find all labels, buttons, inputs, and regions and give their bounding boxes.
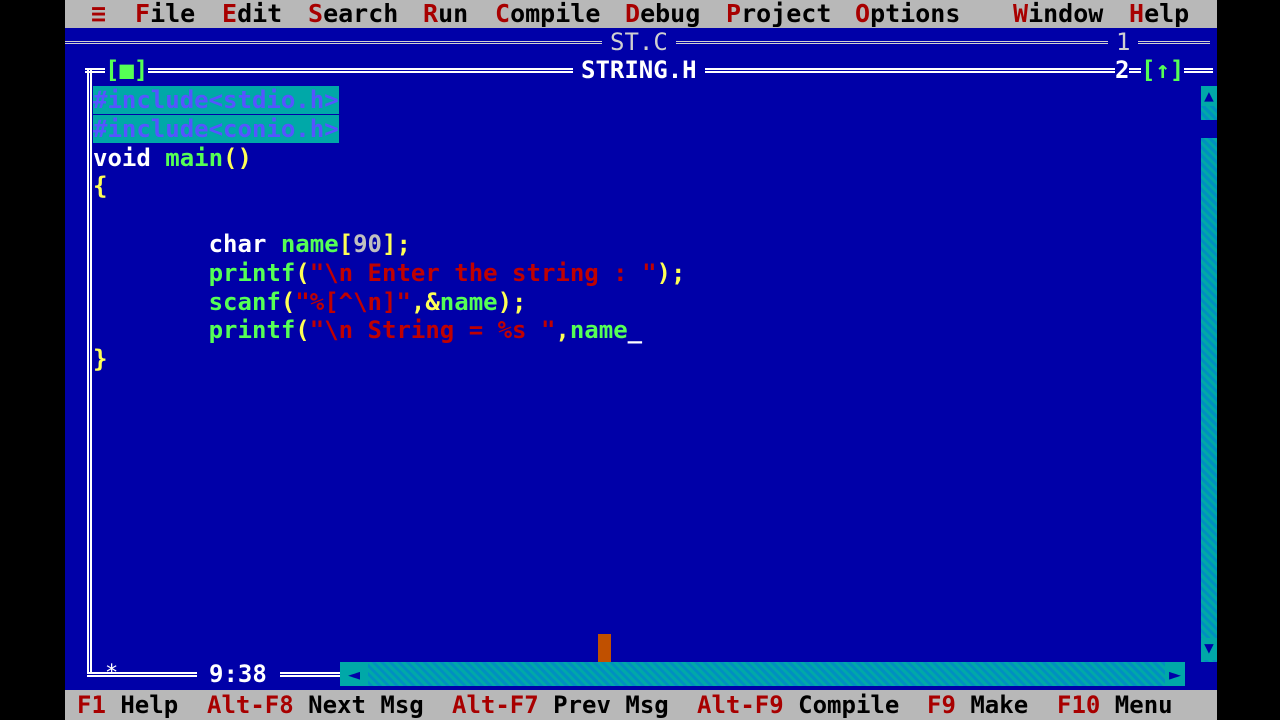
menu-options[interactable]: Options [855, 0, 960, 28]
menu-search[interactable]: Search [308, 0, 398, 28]
back-window-title: ST.C [602, 28, 676, 56]
text-cursor: _ [627, 316, 643, 345]
code-line: #include<conio.h> [93, 114, 339, 143]
menu-file[interactable]: File [135, 0, 195, 28]
back-window-number: 1 [1108, 28, 1139, 56]
code-editor[interactable]: #include<stdio.h> #include<conio.h> void… [93, 86, 1193, 374]
scroll-right-arrow-icon[interactable]: ► [1165, 662, 1185, 686]
code-line: } [93, 345, 108, 374]
menu-debug[interactable]: Debug [625, 0, 700, 28]
menu-project[interactable]: Project [726, 0, 831, 28]
code-line: printf("\n String = %s ",name_ [208, 316, 643, 345]
turbo-c-ide: ≡ File Edit Search Run Compile Debug Pro… [65, 0, 1217, 720]
mouse-cursor-block [598, 634, 611, 662]
close-box-button[interactable]: [■] [105, 56, 149, 84]
status-bar: F1 Help Alt-F8 Next Msg Alt-F7 Prev Msg … [65, 690, 1217, 720]
zoom-box-button[interactable]: [↑] [1141, 56, 1185, 84]
editor-title: STRING.H [573, 56, 705, 84]
horizontal-scrollbar[interactable]: ◄ ► [340, 662, 1185, 686]
scroll-left-arrow-icon[interactable]: ◄ [340, 662, 368, 686]
status-menu[interactable]: F10 Menu [1057, 690, 1173, 720]
menu-compile[interactable]: Compile [495, 0, 600, 28]
code-line: { [93, 172, 108, 201]
modified-indicator: * [105, 661, 119, 686]
menu-edit[interactable]: Edit [222, 0, 282, 28]
editor-bottom-border [87, 672, 197, 677]
status-prev-msg[interactable]: Alt-F7 Prev Msg [452, 690, 669, 720]
vertical-scroll-thumb[interactable] [1201, 120, 1217, 138]
code-line: #include<stdio.h> [93, 86, 339, 114]
scroll-down-arrow-icon[interactable]: ▼ [1201, 638, 1217, 660]
code-line: void main() [93, 143, 252, 172]
menu-window[interactable]: Window [1013, 0, 1103, 28]
menu-bar: ≡ File Edit Search Run Compile Debug Pro… [65, 0, 1217, 28]
back-window-title-bar[interactable]: ST.C 1 [65, 28, 1217, 56]
status-make[interactable]: F9 Make [927, 690, 1028, 720]
status-help[interactable]: F1 Help [77, 690, 178, 720]
editor-bottom-border-mid [280, 672, 340, 677]
editor-title-bar[interactable]: [■] STRING.H 2 [↑] [85, 56, 1215, 84]
code-line: printf("\n Enter the string : "); [208, 258, 686, 287]
status-next-msg[interactable]: Alt-F8 Next Msg [207, 690, 424, 720]
code-line: scanf("%[^\n]",&name); [208, 287, 527, 316]
editor-left-border [87, 70, 92, 674]
window-number: 2 [1115, 56, 1130, 84]
menu-run[interactable]: Run [423, 0, 468, 28]
status-compile[interactable]: Alt-F9 Compile [697, 690, 899, 720]
menu-help[interactable]: Help [1129, 0, 1189, 28]
code-line: char name[90]; [208, 229, 411, 258]
cursor-position: 9:38 [205, 660, 271, 688]
system-menu-icon[interactable]: ≡ [91, 0, 106, 28]
vertical-scrollbar[interactable]: ▲ ▼ [1201, 86, 1217, 662]
scroll-up-arrow-icon[interactable]: ▲ [1201, 86, 1217, 106]
